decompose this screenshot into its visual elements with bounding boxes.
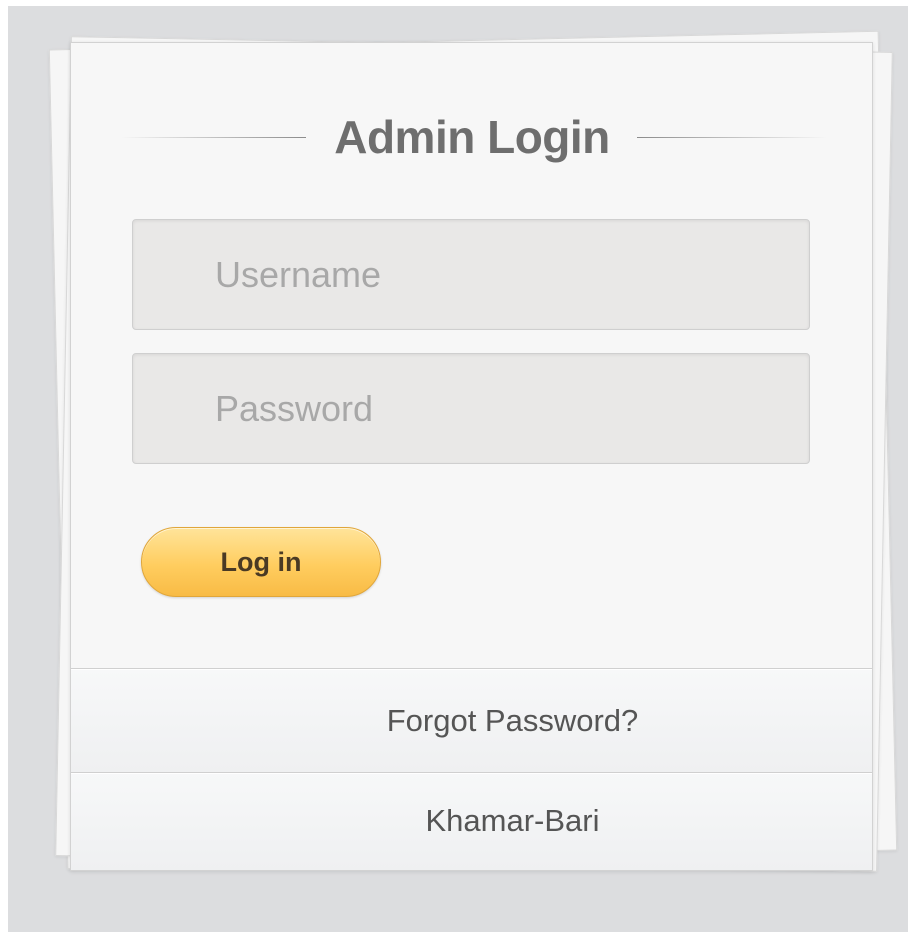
login-button[interactable]: Log in [141,527,381,597]
footer-brand: Khamar-Bari [425,803,600,838]
forgot-password-link[interactable]: Forgot Password? [387,703,639,738]
title-divider-left [121,137,306,138]
username-field [132,219,810,330]
password-input[interactable] [133,354,809,463]
password-field [132,353,810,464]
login-card: Admin Login Log in Forgot Password? Kham… [70,42,873,871]
footer-brand-row: Khamar-Bari [71,772,872,870]
username-input[interactable] [133,220,809,329]
page-title: Admin Login [334,111,610,163]
title-divider-right [637,137,827,138]
login-background: Admin Login Log in Forgot Password? Kham… [8,6,908,932]
forgot-password-row: Forgot Password? [71,668,872,772]
title-row: Admin Login [71,111,872,163]
